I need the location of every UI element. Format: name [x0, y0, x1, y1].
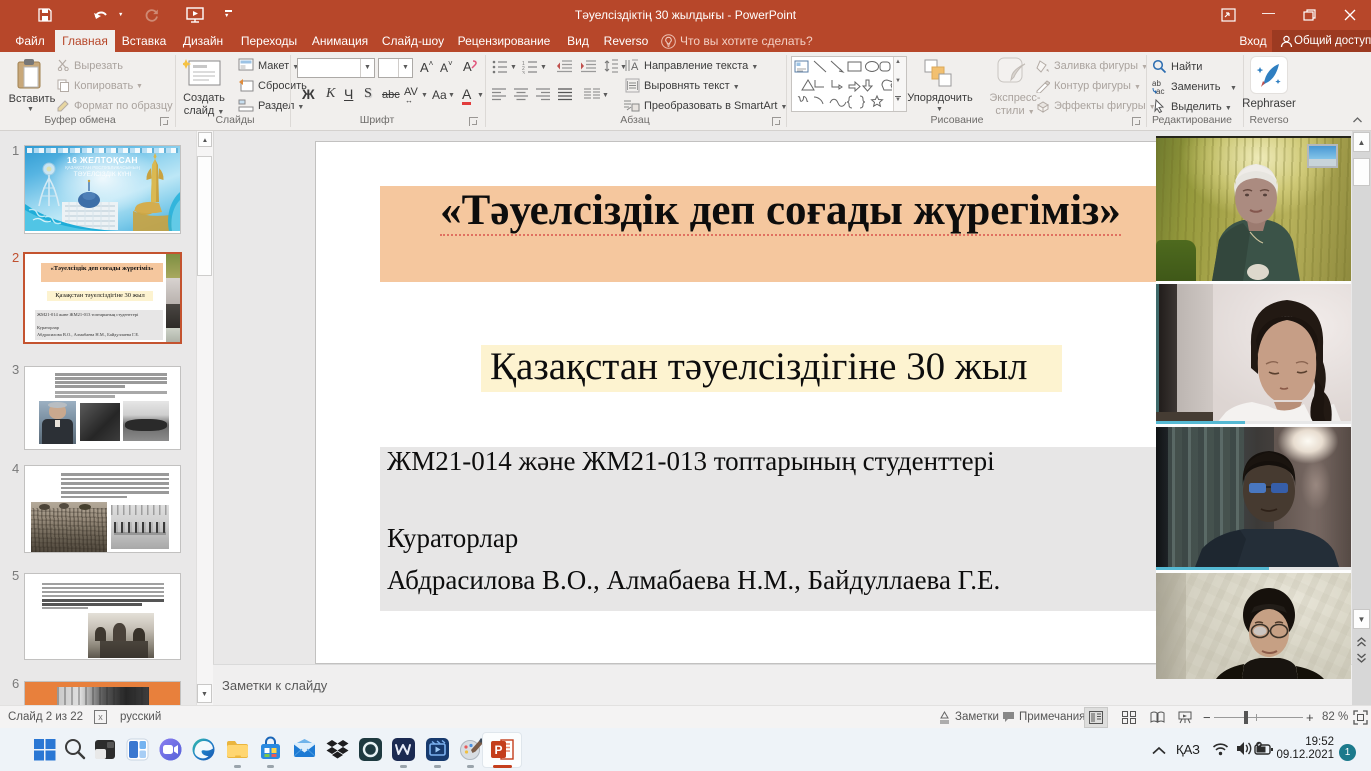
svg-text:3: 3 [522, 71, 525, 74]
svg-text:ac: ac [1156, 87, 1164, 95]
svg-text:А: А [631, 61, 639, 73]
svg-text:P: P [495, 743, 503, 757]
svg-text:А: А [463, 59, 472, 74]
